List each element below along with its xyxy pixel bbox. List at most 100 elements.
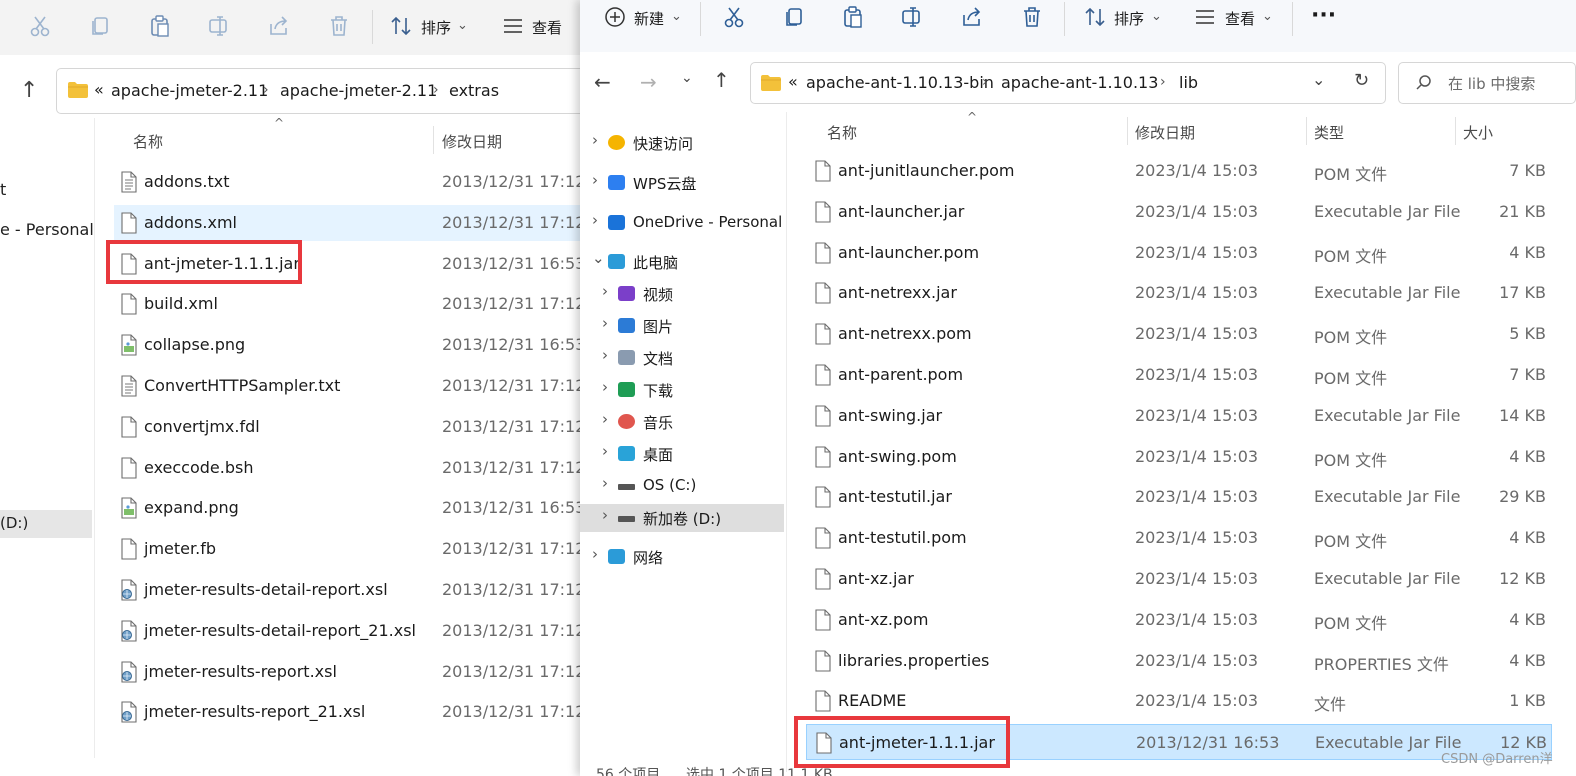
breadcrumb-item[interactable]: extras [449, 81, 499, 100]
nav-item[interactable]: › 网络 [580, 543, 784, 571]
share-icon[interactable] [267, 14, 291, 38]
file-row[interactable]: README 2023/1/4 15:03 文件 1 KB [806, 683, 1552, 719]
file-row[interactable]: ConvertHTTPSampler.txt 2013/12/31 17:12 [114, 368, 580, 404]
chevron-right-icon[interactable]: › [592, 171, 598, 189]
file-row[interactable]: ant-swing.jar 2023/1/4 15:03 Executable Ja… [806, 398, 1552, 434]
sort-button[interactable]: 排序 [1114, 8, 1144, 29]
file-row[interactable]: ant-launcher.jar 2023/1/4 15:03 Executable… [806, 194, 1552, 230]
chevron-right-icon[interactable]: › [592, 545, 598, 563]
nav-item[interactable]: › 文档 [580, 344, 784, 372]
file-row[interactable]: expand.png 2013/12/31 16:53 [114, 490, 580, 526]
delete-icon[interactable] [1020, 5, 1044, 29]
nav-item[interactable]: › 音乐 [580, 408, 784, 436]
file-row[interactable]: collapse.png 2013/12/31 16:53 [114, 327, 580, 363]
back-arrow-icon[interactable]: ← [594, 70, 611, 94]
file-row[interactable]: ant-parent.pom 2023/1/4 15:03 POM 文件 7 KB [806, 357, 1552, 393]
nav-item[interactable]: › 下载 [580, 376, 784, 404]
file-row[interactable]: jmeter-results-detail-report_21.xsl 2013/… [114, 613, 580, 649]
chevron-right-icon[interactable]: › [592, 131, 598, 149]
file-row[interactable]: ant-netrexx.jar 2023/1/4 15:03 Executable … [806, 275, 1552, 311]
chevron-right-icon[interactable]: › [602, 410, 608, 428]
file-row[interactable]: convertjmx.fdl 2013/12/31 17:12 [114, 409, 580, 445]
recent-locations-chevron-icon[interactable]: ⌄ [681, 70, 693, 86]
more-options-button[interactable]: ··· [1311, 3, 1336, 28]
view-button[interactable]: 查看 [532, 17, 562, 38]
delete-icon[interactable] [327, 14, 351, 38]
chevron-right-icon[interactable]: › [602, 282, 608, 300]
chevron-right-icon[interactable]: › [602, 442, 608, 460]
nav-item[interactable]: › 桌面 [580, 440, 784, 468]
paste-icon[interactable] [148, 14, 172, 38]
search-input[interactable]: 在 lib 中搜索 [1398, 62, 1576, 104]
file-row[interactable]: ant-junitlauncher.pom 2023/1/4 15:03 POM 文… [806, 153, 1552, 189]
column-header-size[interactable]: 大小 [1463, 122, 1493, 143]
nav-item[interactable]: › WPS云盘 [580, 169, 784, 197]
file-row[interactable]: jmeter.fb 2013/12/31 17:12 [114, 531, 580, 567]
refresh-icon[interactable]: ↻ [1354, 70, 1369, 91]
file-row[interactable]: jmeter-results-report.xsl 2013/12/31 17:1… [114, 654, 580, 690]
chevron-right-icon[interactable]: › [602, 378, 608, 396]
chevron-right-icon[interactable]: ⌄ [592, 249, 605, 267]
forward-arrow-icon[interactable]: → [640, 70, 657, 94]
chevron-right-icon[interactable]: › [602, 346, 608, 364]
file-row[interactable]: ant-launcher.pom 2023/1/4 15:03 POM 文件 4 KB [806, 235, 1552, 271]
file-row[interactable]: jmeter-results-report_21.xsl 2013/12/31 1… [114, 694, 580, 730]
nav-item[interactable]: › 视频 [580, 280, 784, 308]
nav-item[interactable]: › 快速访问 [580, 129, 784, 157]
new-button[interactable]: 新建 [634, 8, 664, 29]
share-icon[interactable] [960, 5, 984, 29]
right-address-bar[interactable]: « apache-ant-1.10.13-bin › apache-ant-1.… [750, 62, 1386, 104]
file-name: ant-parent.pom [838, 365, 964, 384]
file-row[interactable]: ant-testutil.jar 2023/1/4 15:03 Executable… [806, 479, 1552, 515]
chevron-right-icon[interactable]: › [602, 474, 608, 492]
nav-item[interactable]: › 图片 [580, 312, 784, 340]
column-header-type[interactable]: 类型 [1314, 122, 1344, 143]
address-dropdown-icon[interactable]: ⌄ [1312, 70, 1325, 89]
column-header-date[interactable]: 修改日期 [1135, 122, 1195, 143]
paste-icon[interactable] [841, 5, 865, 29]
column-header-name[interactable]: 名称 [827, 122, 857, 143]
breadcrumb-item[interactable]: lib [1179, 73, 1198, 92]
nav-fragment[interactable]: e - Personal [0, 220, 94, 239]
rename-icon[interactable] [207, 14, 231, 38]
sort-button[interactable]: 排序 [421, 17, 451, 38]
chevron-right-icon[interactable]: › [602, 506, 608, 524]
nav-item[interactable]: › 新加卷 (D:) [580, 504, 784, 532]
file-name: ant-netrexx.jar [838, 283, 957, 303]
file-row[interactable]: ant-netrexx.pom 2023/1/4 15:03 POM 文件 5 KB [806, 316, 1552, 352]
file-row[interactable]: addons.txt 2013/12/31 17:12 [114, 164, 580, 200]
file-row[interactable]: build.xml 2013/12/31 17:12 [114, 286, 580, 322]
nav-item[interactable]: ⌄ 此电脑 [580, 248, 784, 276]
file-row[interactable]: ant-testutil.pom 2023/1/4 15:03 POM 文件 4 KB [806, 520, 1552, 556]
file-row[interactable]: execcode.bsh 2013/12/31 17:12 [114, 450, 580, 486]
cut-icon[interactable] [722, 5, 746, 29]
breadcrumb-overflow[interactable]: « [94, 80, 104, 99]
nav-item-d-drive[interactable]: (D:) [0, 510, 92, 538]
breadcrumb-item[interactable]: apache-jmeter-2.11 [280, 81, 437, 100]
column-header-name[interactable]: 名称 [133, 131, 163, 152]
breadcrumb-item[interactable]: apache-ant-1.10.13-bin [806, 73, 994, 92]
file-row[interactable]: libraries.properties 2023/1/4 15:03 PROPER… [806, 643, 1552, 679]
breadcrumb-item[interactable]: apache-ant-1.10.13 [1001, 73, 1158, 92]
chevron-right-icon[interactable]: › [592, 211, 598, 229]
view-button[interactable]: 查看 [1225, 8, 1255, 29]
cut-icon[interactable] [28, 14, 52, 38]
column-header-date[interactable]: 修改日期 [442, 131, 502, 152]
up-arrow-icon[interactable]: ↑ [20, 78, 38, 103]
nav-fragment[interactable]: t [0, 180, 6, 199]
copy-icon[interactable] [782, 5, 806, 29]
file-row[interactable]: ant-xz.jar 2023/1/4 15:03 Executable Jar F… [806, 561, 1552, 597]
file-row[interactable]: jmeter-results-detail-report.xsl 2013/12/… [114, 572, 580, 608]
file-row[interactable]: ant-xz.pom 2023/1/4 15:03 POM 文件 4 KB [806, 602, 1552, 638]
up-arrow-icon[interactable]: ↑ [713, 68, 730, 92]
file-row[interactable]: addons.xml 2013/12/31 17:12 [114, 204, 580, 241]
nav-item[interactable]: › OS (C:) [580, 472, 784, 500]
breadcrumb-overflow[interactable]: « [788, 72, 798, 91]
breadcrumb-item[interactable]: apache-jmeter-2.11 [111, 81, 268, 100]
chevron-right-icon[interactable]: › [602, 314, 608, 332]
file-row[interactable]: ant-swing.pom 2023/1/4 15:03 POM 文件 4 KB [806, 439, 1552, 475]
left-address-bar[interactable]: « apache-jmeter-2.11 › apache-jmeter-2.1… [56, 68, 580, 114]
rename-icon[interactable] [900, 5, 924, 29]
copy-icon[interactable] [88, 14, 112, 38]
nav-item[interactable]: › OneDrive - Personal [580, 209, 784, 237]
